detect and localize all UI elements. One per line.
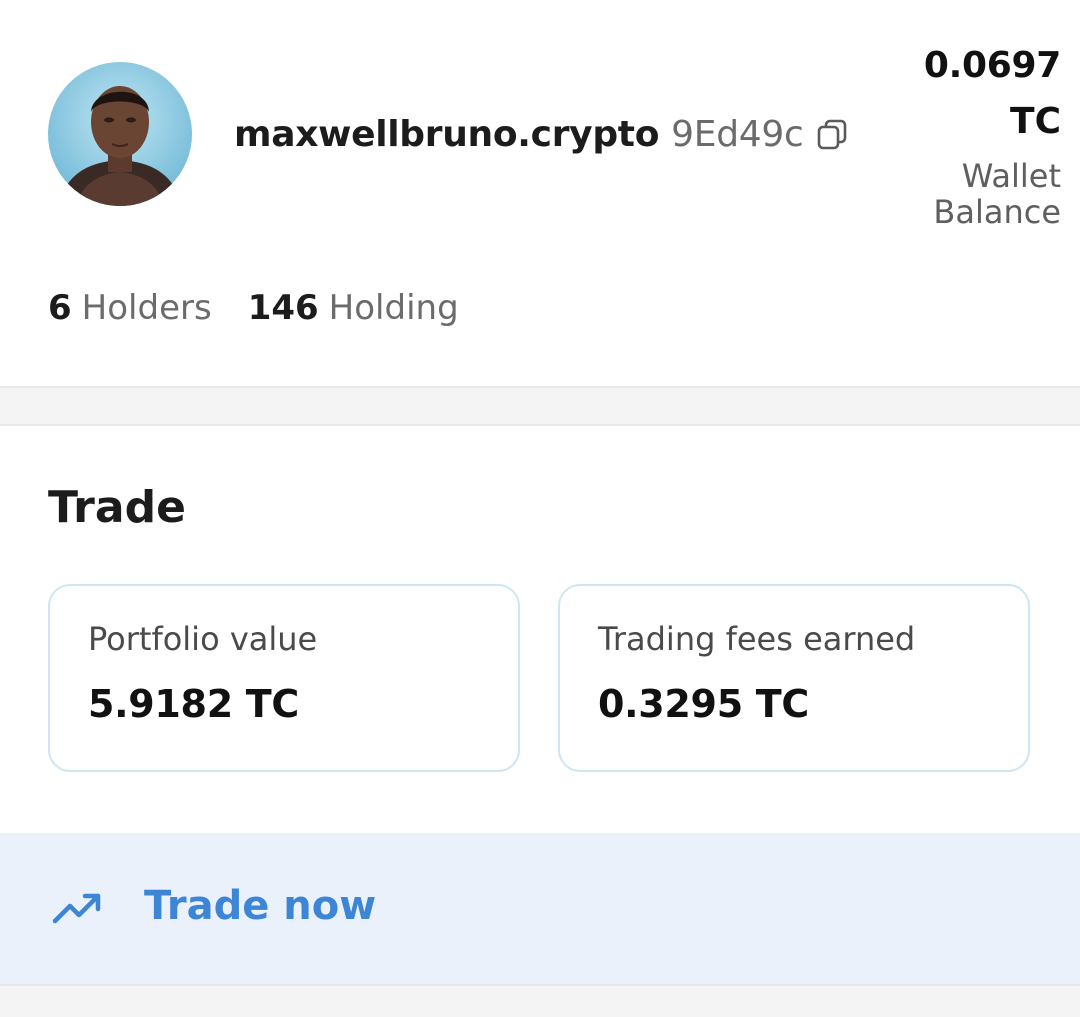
wallet-balance: 0.0697 TC Wallet Balance (924, 38, 1061, 230)
holding-stat[interactable]: 146 Holding (248, 288, 459, 328)
profile-header: maxwellbruno.crypto 9Ed49c 0.0697 TC Wal… (0, 0, 1080, 386)
holding-label: Holding (328, 288, 459, 328)
portfolio-value: 5.9182 TC (88, 682, 299, 726)
balance-amount: 0.0697 (923, 45, 1061, 86)
copy-icon[interactable] (815, 117, 849, 151)
trading-fees-label: Trading fees earned (598, 620, 916, 658)
identity-row: maxwellbruno.crypto 9Ed49c (234, 108, 849, 160)
section-divider (0, 386, 1080, 426)
balance-label: Wallet Balance (924, 158, 1061, 230)
trade-now-button[interactable]: Trade now (0, 833, 1080, 984)
balance-label-line2: Balance (933, 193, 1061, 231)
holders-stat[interactable]: 6 Holders (48, 288, 212, 328)
trading-fees-value: 0.3295 TC (598, 682, 809, 726)
avatar[interactable] (48, 62, 192, 206)
holding-count: 146 (247, 288, 319, 328)
trade-now-label: Trade now (144, 883, 377, 929)
wallet-address: 9Ed49c (671, 113, 804, 155)
trade-title: Trade (48, 482, 186, 533)
holders-label: Holders (81, 288, 212, 328)
trading-fees-card: Trading fees earned 0.3295 TC (558, 584, 1030, 772)
profile-page: maxwellbruno.crypto 9Ed49c 0.0697 TC Wal… (0, 0, 1080, 1017)
balance-label-line1: Wallet (961, 157, 1061, 195)
bottom-divider (0, 984, 1080, 1017)
user-avatar-icon (48, 62, 192, 206)
username: maxwellbruno.crypto (234, 113, 660, 155)
trending-up-icon (52, 890, 104, 926)
portfolio-value-label: Portfolio value (88, 620, 318, 658)
portfolio-value-card: Portfolio value 5.9182 TC (48, 584, 520, 772)
profile-stats: 6 Holders 146 Holding (48, 288, 459, 328)
trade-section: Trade Portfolio value 5.9182 TC Trading … (0, 426, 1080, 833)
holders-count: 6 (48, 288, 72, 328)
balance-unit: TC (1010, 101, 1061, 142)
